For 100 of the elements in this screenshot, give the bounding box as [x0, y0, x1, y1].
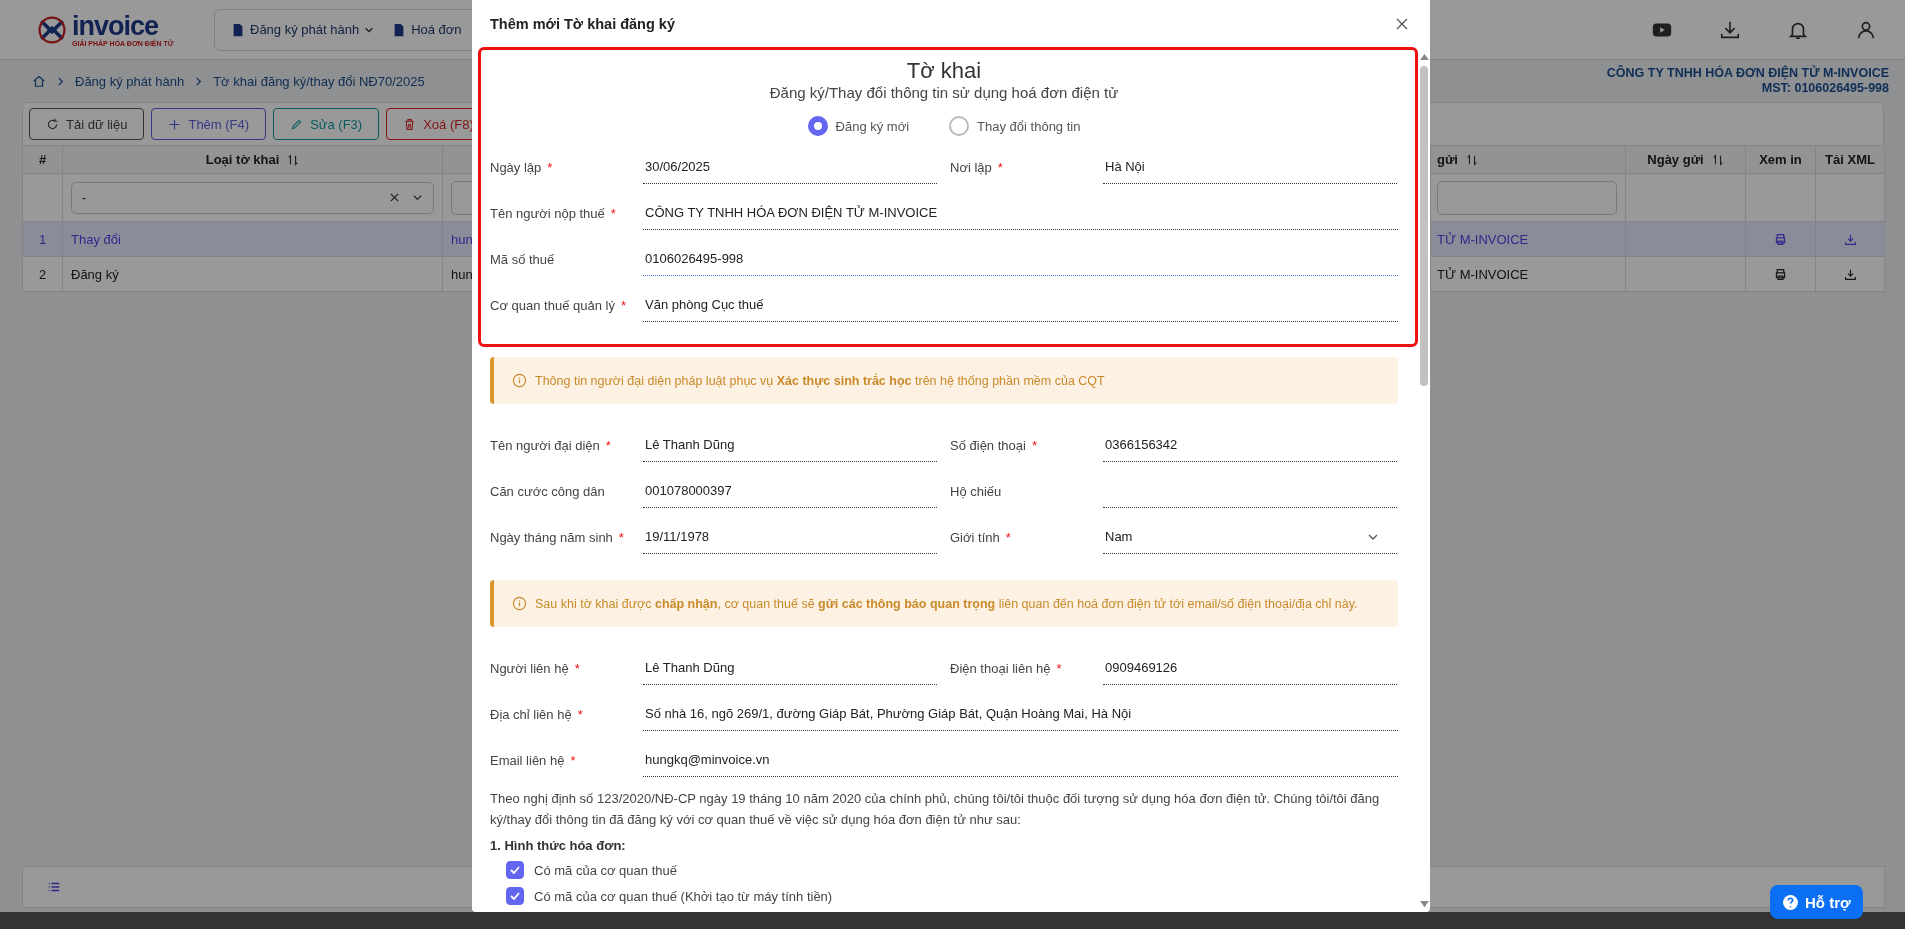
- checkbox[interactable]: [506, 861, 524, 879]
- list-icon[interactable]: [47, 880, 61, 894]
- input-field[interactable]: 0366156342: [1103, 428, 1397, 462]
- table-cell: Thay đổi: [71, 231, 121, 247]
- chevron-down-icon[interactable]: [412, 192, 423, 203]
- input-field[interactable]: Lê Thanh Dũng: [643, 651, 937, 685]
- logo-text: invoice: [72, 12, 159, 40]
- table-cell: hun: [451, 266, 473, 282]
- column-header: Xem in: [1759, 152, 1802, 167]
- required-mark: *: [547, 159, 553, 175]
- table-cell: TỬ M-INVOICE: [1437, 266, 1529, 282]
- nav-item[interactable]: Hoá đơn: [392, 22, 462, 37]
- download-icon[interactable]: [1843, 267, 1857, 281]
- refresh-icon: [46, 117, 59, 131]
- toolbar-button[interactable]: Thêm (F4): [151, 108, 267, 140]
- home-icon[interactable]: [32, 74, 46, 88]
- field-label: Tên người đại diện: [490, 437, 600, 453]
- radio-button[interactable]: [807, 116, 828, 136]
- printer-icon[interactable]: [1774, 267, 1787, 281]
- column-header[interactable]: Loại tờ khai: [205, 152, 280, 167]
- field-label: Giới tính: [950, 529, 1000, 545]
- scrollbar-thumb[interactable]: [1420, 66, 1428, 386]
- input-field[interactable]: 19/11/1978: [643, 520, 937, 554]
- form-heading: Tờ khai: [906, 59, 982, 83]
- table-cell: 2: [38, 266, 47, 282]
- check-icon: [509, 864, 521, 876]
- input-field[interactable]: Văn phòng Cục thuế: [643, 288, 1398, 322]
- scroll-down-icon[interactable]: [1419, 901, 1429, 908]
- required-mark: *: [620, 297, 626, 313]
- plus-icon: [168, 117, 182, 131]
- filter-select[interactable]: -: [71, 181, 434, 214]
- input-field[interactable]: 30/06/2025: [643, 150, 937, 184]
- chevron-right-icon: [194, 76, 204, 86]
- breadcrumb-link[interactable]: Đăng ký phát hành: [75, 73, 185, 89]
- info-icon: [512, 596, 527, 611]
- help-button[interactable]: Hỗ trợ: [1770, 885, 1863, 919]
- clear-icon[interactable]: [389, 192, 400, 203]
- toolbar-button[interactable]: Tải dữ liệu: [29, 108, 145, 140]
- tax-code: MST: 0106026495-998: [1761, 81, 1889, 96]
- required-mark: *: [1005, 529, 1011, 545]
- required-mark: *: [997, 159, 1003, 175]
- required-mark: *: [577, 706, 583, 722]
- column-header[interactable]: Ngày gửi: [1647, 152, 1704, 167]
- breadcrumb-link[interactable]: Tờ khai đăng ký/thay đổi NĐ70/2025: [213, 73, 425, 89]
- field-label: Ngày tháng năm sinh: [490, 529, 613, 545]
- input-field[interactable]: Nam: [1103, 520, 1397, 554]
- pencil-icon: [290, 117, 304, 131]
- field-label: Người liên hệ: [490, 660, 569, 676]
- info-icon: [512, 373, 527, 388]
- radio-option[interactable]: Đăng ký mới: [807, 116, 910, 136]
- scroll-up-icon[interactable]: [1419, 53, 1429, 60]
- radio-button[interactable]: [949, 116, 970, 136]
- download-icon[interactable]: [1843, 232, 1857, 246]
- alert-text: Thông tin người đại diện pháp luật phục vụ Xác thực sinh trắc học trên hệ thống phần mềm của CQT: [535, 373, 1105, 388]
- column-header: #: [38, 152, 47, 167]
- checkbox-option[interactable]: Có mã của cơ quan thuế: [506, 861, 1406, 879]
- company-name: CÔNG TY TNHH HÓA ĐƠN ĐIỆN TỬ M-INVOICE: [1606, 66, 1889, 81]
- sort-icon[interactable]: [1711, 153, 1724, 166]
- required-mark: *: [574, 660, 580, 676]
- alert-text: Sau khi tờ khai được chấp nhận, cơ quan thuế sẽ gửi các thông báo quan trọng liên quan đến hoá đơn điện tử tới email/số điện thoại/địa chỉ này.: [535, 596, 1358, 611]
- input-field[interactable]: Lê Thanh Dũng: [643, 428, 937, 462]
- field-label: Tên người nộp thuế: [490, 205, 605, 221]
- input-field[interactable]: 001078000397: [643, 474, 937, 508]
- document-icon: [231, 22, 245, 37]
- question-icon: [1782, 893, 1799, 911]
- check-icon: [509, 890, 521, 902]
- radio-option[interactable]: Thay đổi thông tin: [949, 116, 1081, 136]
- field-label: Căn cước công dân: [490, 483, 605, 499]
- field-label: Hộ chiếu: [950, 483, 1002, 499]
- table-cell: 1: [38, 231, 47, 247]
- input-field[interactable]: 0909469126: [1103, 651, 1397, 685]
- required-mark: *: [1031, 437, 1037, 453]
- checkbox-option[interactable]: Có mã của cơ quan thuế (Khởi tạo từ máy tính tiền): [506, 887, 1406, 905]
- checkbox[interactable]: [506, 887, 524, 905]
- column-header[interactable]: gửi: [1437, 152, 1458, 167]
- trash-icon: [403, 117, 417, 131]
- field-label: Mã số thuế: [490, 251, 555, 267]
- required-mark: *: [618, 529, 624, 545]
- filter-input[interactable]: [1437, 180, 1617, 215]
- chevron-right-icon: [56, 76, 65, 86]
- nav-item[interactable]: Đăng ký phát hành: [231, 22, 375, 37]
- input-field[interactable]: hungkq@minvoice.vn: [643, 743, 1398, 777]
- required-mark: *: [1056, 660, 1062, 676]
- field-label: Số điện thoại: [950, 437, 1026, 453]
- input-field[interactable]: Số nhà 16, ngõ 269/1, đường Giáp Bát, Phường Giáp Bát, Quận Hoàng Mai, Hà Nội: [643, 697, 1398, 731]
- input-field[interactable]: 0106026495-998: [643, 242, 1398, 276]
- table-cell: Đăng ký: [71, 266, 119, 282]
- field-label: Điện thoại liên hệ: [950, 660, 1051, 676]
- input-field[interactable]: CÔNG TY TNHH HÓA ĐƠN ĐIỆN TỬ M-INVOICE: [643, 196, 1398, 230]
- sort-icon[interactable]: [1465, 153, 1478, 166]
- sort-icon[interactable]: [287, 153, 300, 166]
- printer-icon[interactable]: [1774, 232, 1787, 246]
- required-mark: *: [605, 437, 611, 453]
- column-header: Tải XML: [1825, 152, 1875, 167]
- declaration-text: Theo nghị định số 123/2020/NĐ-CP ngày 19 tháng 10 năm 2020 của chính phủ, chúng tôi/tôi thuộc đối tượng sử dụng hóa đơn điện tử. Chúng tôi/tôi đăng ký/thay đổi thông tin đã đăng ký với cơ quan thuế về việc sử dụng hóa đơn điện tử như sau:: [490, 790, 1381, 829]
- required-mark: *: [570, 752, 576, 768]
- form-subheading: Đăng ký/Thay đổi thông tin sử dụng hoá đơn điện tử: [769, 84, 1119, 102]
- input-field[interactable]: Hà Nội: [1103, 150, 1397, 184]
- close-icon[interactable]: [1396, 17, 1408, 30]
- table-cell: TỬ M-INVOICE: [1437, 231, 1529, 247]
